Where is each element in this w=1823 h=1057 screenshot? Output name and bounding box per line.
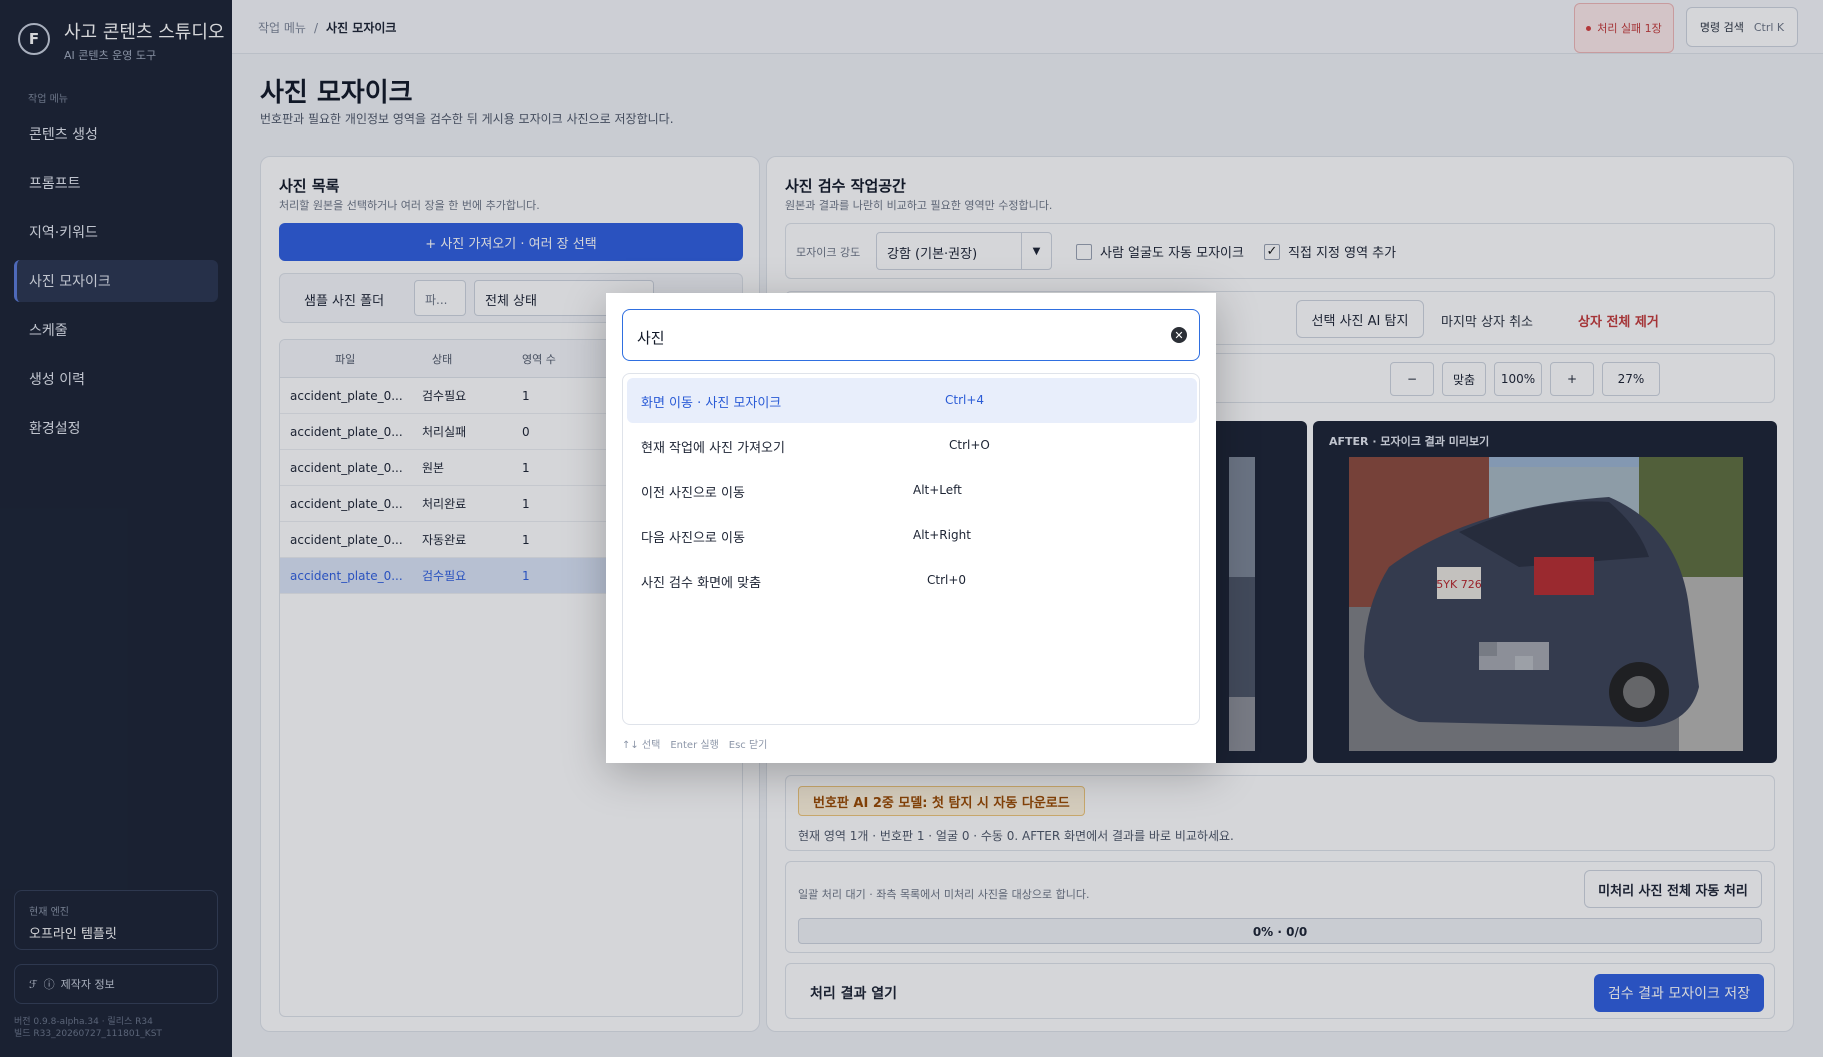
- footer-enter-hint: Enter 실행: [670, 740, 719, 751]
- command-shortcut: Ctrl+0: [927, 573, 967, 587]
- command-palette: 사진 ✕ 화면 이동 · 사진 모자이크 Ctrl+4 현재 작업에 사진 가져…: [606, 293, 1216, 763]
- command-label: 이전 사진으로 이동: [641, 486, 745, 501]
- command-label: 다음 사진으로 이동: [641, 531, 745, 546]
- command-shortcut: Ctrl+4: [945, 393, 985, 407]
- command-item-import[interactable]: 현재 작업에 사진 가져오기 Ctrl+O: [627, 423, 1197, 468]
- clear-icon[interactable]: ✕: [1171, 327, 1187, 343]
- command-search-input[interactable]: 사진 ✕: [622, 309, 1200, 361]
- command-label: 사진 검수 화면에 맞춤: [641, 576, 762, 591]
- command-results: 화면 이동 · 사진 모자이크 Ctrl+4 현재 작업에 사진 가져오기 Ct…: [622, 373, 1200, 725]
- command-shortcut: Ctrl+O: [949, 438, 990, 452]
- command-item-fit[interactable]: 사진 검수 화면에 맞춤 Ctrl+0: [627, 558, 1197, 603]
- command-item-prev[interactable]: 이전 사진으로 이동 Alt+Left: [627, 468, 1197, 513]
- command-label: 화면 이동 · 사진 모자이크: [641, 396, 782, 411]
- command-shortcut: Alt+Left: [913, 483, 962, 497]
- palette-footer: ↑↓ 선택 Enter 실행 Esc 닫기: [622, 736, 777, 751]
- command-item-goto-mosaic[interactable]: 화면 이동 · 사진 모자이크 Ctrl+4: [627, 378, 1197, 423]
- footer-esc-hint: Esc 닫기: [728, 740, 768, 751]
- command-label: 현재 작업에 사진 가져오기: [641, 441, 785, 456]
- footer-select-hint: ↑↓ 선택: [622, 740, 661, 751]
- command-shortcut: Alt+Right: [913, 528, 971, 542]
- command-item-next[interactable]: 다음 사진으로 이동 Alt+Right: [627, 513, 1197, 558]
- command-query: 사진: [637, 329, 665, 347]
